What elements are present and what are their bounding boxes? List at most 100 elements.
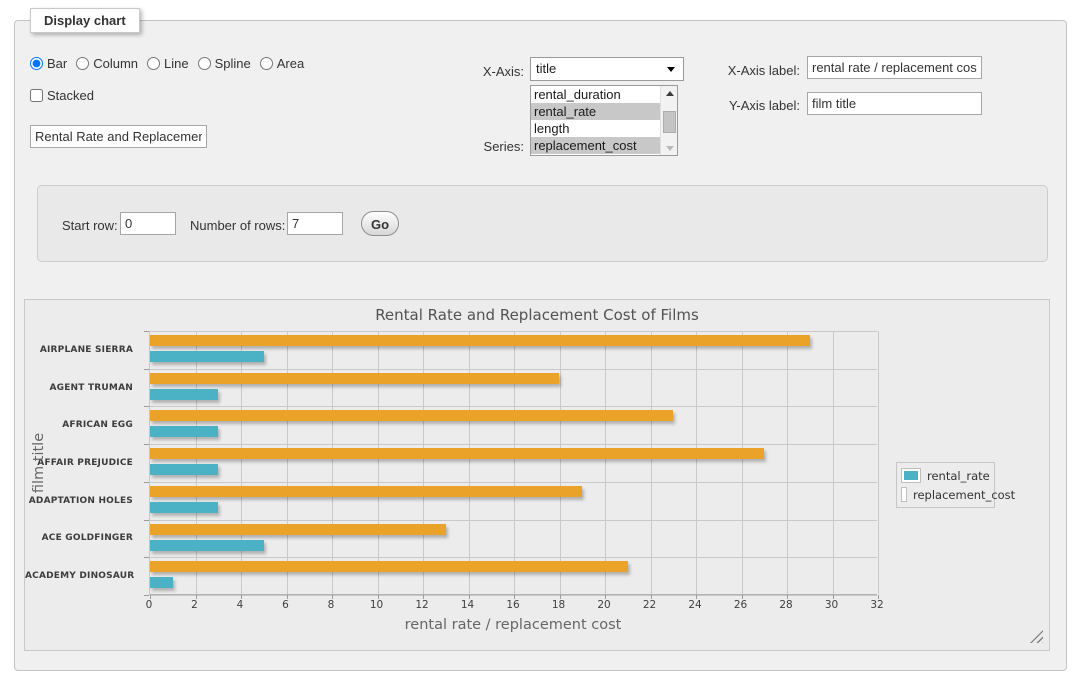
bar-replacement_cost — [150, 561, 628, 572]
x-tick-label: 10 — [360, 599, 394, 611]
y-tick-mark — [144, 482, 149, 483]
gridline — [514, 331, 515, 594]
gridline — [150, 406, 877, 407]
chart-type-label: Spline — [215, 56, 251, 71]
gridline — [150, 444, 877, 445]
bar-rental_rate — [150, 502, 218, 513]
x-tick-label: 16 — [496, 599, 530, 611]
gridline — [423, 331, 424, 594]
bar-rental_rate — [150, 389, 218, 400]
bar-rental_rate — [150, 351, 264, 362]
x-tick-label: 20 — [587, 599, 621, 611]
x-axis-selected-value: title — [536, 61, 556, 76]
category-label: AIRPLANE SIERRA — [25, 345, 133, 355]
gridline — [605, 331, 606, 594]
stacked-option[interactable]: Stacked — [30, 88, 94, 103]
stacked-row: Stacked — [30, 88, 94, 103]
x-tick-label: 28 — [769, 599, 803, 611]
legend-label: rental_rate — [927, 469, 990, 483]
chart-type-option-spline[interactable]: Spline — [198, 56, 251, 71]
gridline — [833, 331, 834, 594]
x-tick-label: 24 — [678, 599, 712, 611]
stacked-checkbox[interactable] — [30, 89, 43, 102]
x-tick-label: 26 — [724, 599, 758, 611]
x-tick-label: 6 — [269, 599, 303, 611]
chart-legend: rental_rate replacement_cost — [896, 462, 995, 508]
chart-title-input[interactable] — [30, 125, 207, 148]
scroll-down-icon[interactable] — [661, 141, 678, 155]
chart-type-option-area[interactable]: Area — [260, 56, 304, 71]
series-select-label: Series: — [436, 139, 524, 154]
y-tick-mark — [144, 331, 149, 332]
chart-type-radio-group: Bar Column Line Spline Area — [30, 56, 304, 71]
chart-type-option-line[interactable]: Line — [147, 56, 189, 71]
start-row-label: Start row: — [62, 218, 118, 233]
chart-type-option-column[interactable]: Column — [76, 56, 138, 71]
chart-type-radio-column[interactable] — [76, 57, 89, 70]
go-button[interactable]: Go — [361, 211, 399, 236]
x-tick-label: 14 — [451, 599, 485, 611]
gridline — [787, 331, 788, 594]
bar-rental_rate — [150, 577, 173, 588]
resize-handle-icon[interactable] — [1030, 630, 1043, 643]
y-tick-mark — [144, 369, 149, 370]
chart-type-radio-line[interactable] — [147, 57, 160, 70]
y-axis-label-input[interactable] — [807, 92, 982, 115]
number-of-rows-input[interactable] — [287, 212, 343, 235]
x-tick-label: 30 — [815, 599, 849, 611]
series-option-length[interactable]: length — [531, 120, 660, 137]
bar-replacement_cost — [150, 335, 810, 346]
gridline — [878, 331, 879, 594]
gridline — [150, 520, 877, 521]
bar-replacement_cost — [150, 448, 764, 459]
row-range-panel — [37, 185, 1048, 262]
series-option-replacement_cost[interactable]: replacement_cost — [531, 137, 660, 154]
gridline — [560, 331, 561, 594]
legend-swatch — [901, 487, 907, 502]
y-tick-mark — [144, 406, 149, 407]
y-tick-mark — [144, 595, 149, 596]
chart-type-option-bar[interactable]: Bar — [30, 56, 67, 71]
legend-entry: rental_rate — [901, 466, 990, 485]
y-axis-title: film title — [31, 403, 47, 523]
gridline — [241, 331, 242, 594]
category-label: ACE GOLDFINGER — [25, 533, 133, 543]
x-tick-label: 0 — [132, 599, 166, 611]
legend-entry: replacement_cost — [901, 485, 990, 504]
y-tick-mark — [144, 520, 149, 521]
chart-type-label: Bar — [47, 56, 67, 71]
gridline — [287, 331, 288, 594]
series-option-rental_duration[interactable]: rental_duration — [531, 86, 660, 103]
chart-container: Rental Rate and Replacement Cost of Film… — [24, 299, 1050, 651]
x-axis-label-input[interactable] — [807, 56, 982, 79]
listbox-scrollbar[interactable] — [660, 86, 677, 155]
bar-replacement_cost — [150, 524, 446, 535]
plot-area — [149, 331, 877, 595]
gridline — [378, 331, 379, 594]
series-option-rental_rate[interactable]: rental_rate — [531, 103, 660, 120]
x-axis-select[interactable]: title — [530, 57, 684, 81]
chart-type-radio-bar[interactable] — [30, 57, 43, 70]
scroll-up-icon[interactable] — [661, 86, 678, 100]
chart-type-radio-area[interactable] — [260, 57, 273, 70]
x-tick-label: 8 — [314, 599, 348, 611]
x-axis-label-label: X-Axis label: — [700, 63, 800, 78]
series-listbox[interactable]: rental_durationrental_ratelengthreplacem… — [530, 85, 678, 156]
scrollbar-thumb[interactable] — [663, 111, 676, 133]
x-axis-select-label: X-Axis: — [436, 64, 524, 79]
gridline — [150, 369, 877, 370]
start-row-input[interactable] — [120, 212, 176, 235]
gridline — [469, 331, 470, 594]
chart-title: Rental Rate and Replacement Cost of Film… — [25, 306, 1049, 324]
gridline — [332, 331, 333, 594]
chart-type-radio-spline[interactable] — [198, 57, 211, 70]
y-axis-label-label: Y-Axis label: — [700, 98, 800, 113]
bar-replacement_cost — [150, 410, 673, 421]
chart-type-label: Line — [164, 56, 189, 71]
bar-rental_rate — [150, 540, 264, 551]
bar-replacement_cost — [150, 373, 559, 384]
bar-rental_rate — [150, 464, 218, 475]
series-options: rental_durationrental_ratelengthreplacem… — [531, 86, 677, 154]
x-tick-label: 12 — [405, 599, 439, 611]
number-of-rows-label: Number of rows: — [190, 218, 285, 233]
